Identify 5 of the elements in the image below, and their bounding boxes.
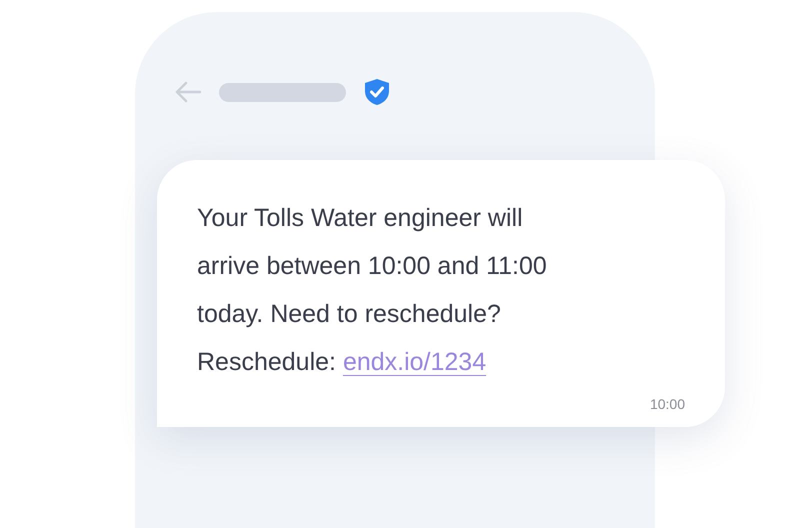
back-arrow-icon[interactable] xyxy=(175,81,201,103)
message-time: 10:00 xyxy=(650,396,685,412)
message-text: Your Tolls Water engineer will arrive between 10:00 and 11:00 today. Need to reschedule? Reschedule: endx.io/1234 xyxy=(197,203,548,378)
verified-shield-icon xyxy=(364,78,390,106)
reschedule-link[interactable]: endx.io/1234 xyxy=(342,348,486,376)
